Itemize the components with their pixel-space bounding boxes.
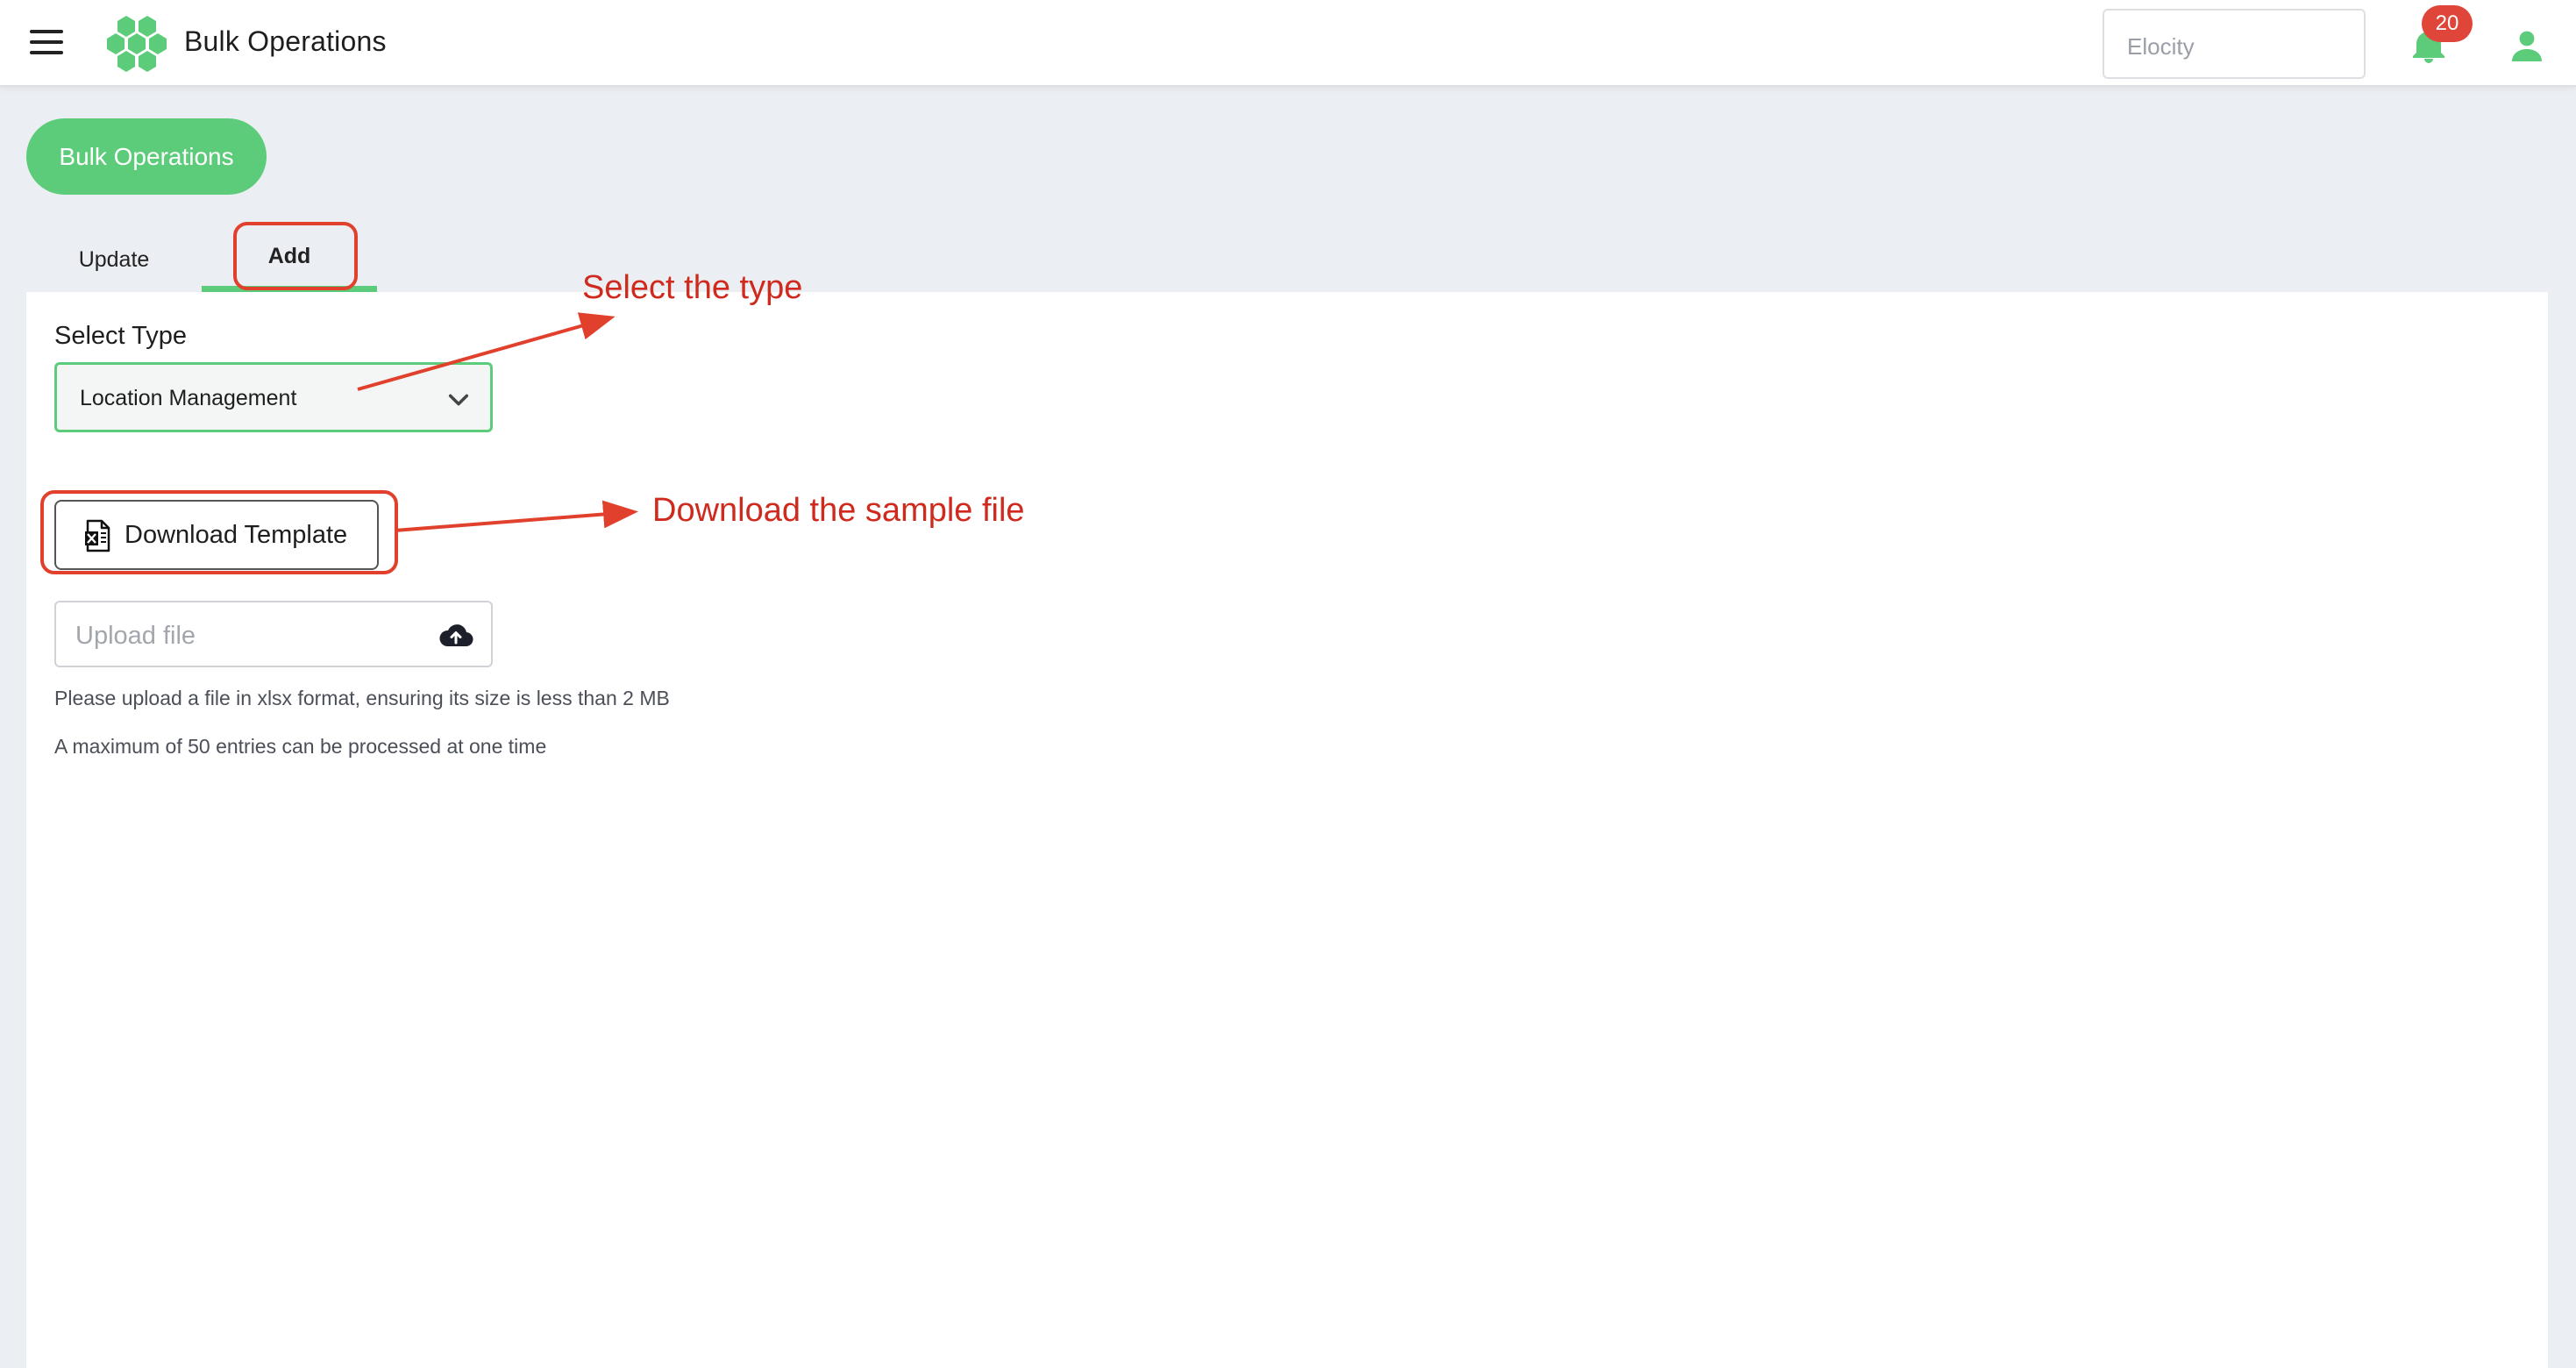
cloud-upload-icon[interactable]: [438, 620, 473, 650]
select-type-label: Select Type: [54, 322, 188, 350]
download-template-label: Download Template: [125, 521, 348, 549]
notification-badge: 20: [2422, 5, 2473, 42]
file-format-hint: Please upload a file in xlsx format, ens…: [54, 687, 670, 709]
select-type-dropdown[interactable]: Location Management: [54, 362, 493, 432]
upload-file-placeholder: Upload file: [75, 622, 196, 650]
annotation-download-sample: Download the sample file: [652, 492, 1025, 529]
annotation-select-type: Select the type: [582, 269, 803, 306]
user-icon[interactable]: [2506, 25, 2548, 67]
main-card: Select Type Location Management Download…: [26, 292, 2548, 1368]
tab-update[interactable]: Update: [26, 223, 202, 296]
upload-file-input[interactable]: Upload file: [54, 601, 493, 667]
org-selector[interactable]: Elocity: [2103, 9, 2366, 79]
tab-bar: Update Add: [26, 219, 377, 293]
app-title: Bulk Operations: [184, 25, 387, 57]
tab-add-label: Add: [267, 244, 311, 268]
tab-add[interactable]: Add: [202, 219, 377, 293]
bulk-operations-pill[interactable]: Bulk Operations: [26, 118, 267, 195]
excel-file-icon: [85, 519, 110, 552]
entry-limit-hint: A maximum of 50 entries can be processed…: [54, 735, 547, 758]
chevron-down-icon: [448, 394, 469, 406]
logo-honeycomb-icon: [107, 16, 167, 72]
select-type-value: Location Management: [80, 386, 297, 410]
top-bar: Bulk Operations Elocity 20: [0, 0, 2576, 87]
menu-icon[interactable]: [26, 26, 68, 61]
download-template-button[interactable]: Download Template: [54, 500, 379, 570]
